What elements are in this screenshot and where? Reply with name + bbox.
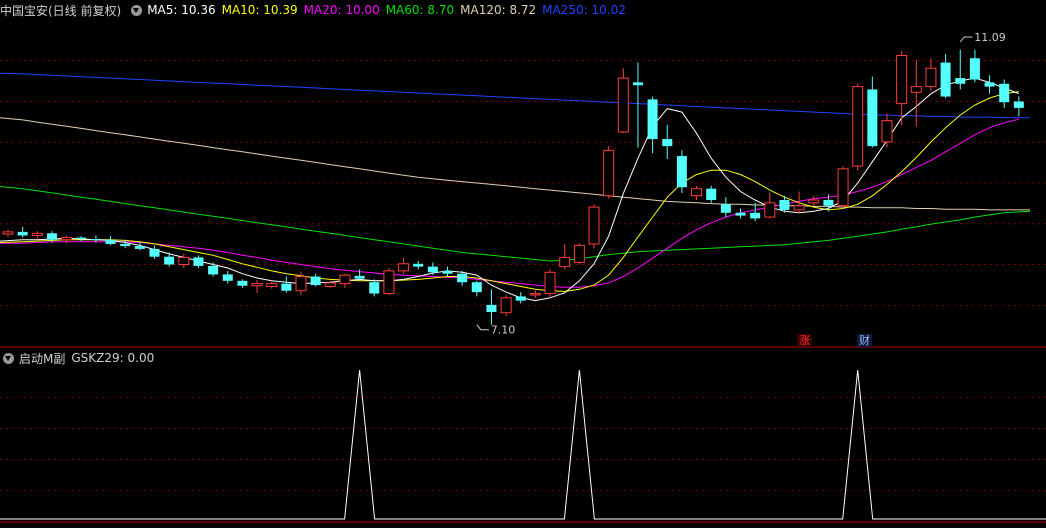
candle-body: [969, 58, 980, 80]
candle-body: [369, 282, 380, 294]
candle-body: [486, 304, 497, 312]
candle-body: [120, 243, 131, 247]
candle-body: [632, 82, 643, 86]
candle-body: [354, 275, 365, 279]
candle-body: [90, 238, 101, 240]
candle-body: [720, 204, 731, 213]
candle-body: [31, 232, 43, 236]
candle-body: [105, 239, 116, 244]
candle-body: [662, 139, 673, 147]
candle-body: [398, 263, 410, 272]
indicator-title: 启动M副: [19, 351, 66, 366]
sub-chart-grid: [0, 396, 1046, 523]
legend-ma120: MA120: 8.72: [460, 3, 537, 17]
candle-body: [837, 168, 849, 207]
candle-body: [940, 62, 951, 97]
candle-body: [808, 199, 820, 204]
candle-body: [750, 212, 761, 219]
candle-body: [413, 263, 424, 267]
candle-body: [603, 149, 615, 197]
candle-body: [896, 54, 908, 105]
legend-ma60: MA60: 8.70: [385, 3, 455, 17]
candle-body: [955, 78, 966, 84]
candle-body: [617, 77, 629, 133]
candle-body: [647, 99, 658, 140]
annotation-pointer: [959, 36, 973, 43]
legend-ma250: MA250: 10.02: [542, 3, 626, 17]
candle-body: [339, 274, 351, 285]
candle-body: [208, 265, 219, 275]
sub-dropdown-icon[interactable]: [3, 352, 14, 364]
candle-body: [76, 237, 87, 239]
candle-body: [999, 83, 1010, 103]
candle-body: [237, 280, 248, 286]
indicator-value: GSKZ29: 0.00: [71, 351, 155, 365]
candle-body: [310, 276, 321, 286]
sub-header: 启动M副 GSKZ29: 0.00: [0, 349, 160, 367]
candle-body: [17, 231, 28, 236]
candle-body: [383, 270, 395, 295]
chart-canvas: 11.09 7.10: [0, 31, 1046, 523]
candle-body: [910, 86, 922, 93]
candle-body: [222, 274, 233, 281]
candle-body: [324, 282, 336, 287]
high-price-label: 11.09: [974, 31, 1006, 44]
candle-body: [544, 271, 556, 295]
legend-ma10: MA10: 10.39: [221, 3, 298, 17]
candle-body: [764, 202, 776, 218]
low-price-label: 7.10: [491, 324, 516, 337]
zhang-tag[interactable]: 涨: [797, 334, 812, 347]
indicator-line: [0, 369, 1046, 520]
candle-body: [471, 282, 482, 293]
stock-title: 中国宝安(日线 前复权): [0, 3, 122, 18]
candle-body: [515, 296, 526, 301]
candle-body: [529, 293, 541, 296]
cai-tag[interactable]: 财: [857, 334, 872, 347]
candle-body: [691, 188, 703, 197]
candle-body: [134, 246, 145, 249]
candle-body: [706, 188, 717, 201]
ma20-line: [0, 118, 1020, 288]
candle-body: [46, 233, 57, 240]
candle-body: [149, 248, 160, 257]
candle-body: [427, 266, 438, 273]
candle-body: [588, 206, 600, 245]
candle-body: [442, 270, 453, 274]
candle-body: [457, 273, 468, 283]
main-header: 中国宝安(日线 前复权) MA5: 10.36 MA10: 10.39 MA20…: [0, 1, 632, 19]
candle-body: [573, 244, 585, 263]
candle-body: [793, 205, 805, 211]
candle-body: [852, 86, 864, 167]
ma10-line: [0, 91, 1019, 292]
candle-body: [735, 212, 746, 216]
candle-body: [867, 89, 878, 147]
candlesticks: [2, 49, 1024, 325]
candle-body: [2, 231, 14, 235]
annotation-pointer: [476, 324, 489, 331]
legend-ma20: MA20: 10.00: [303, 3, 380, 17]
candle-body: [281, 283, 292, 291]
gskz29-line: [0, 369, 1046, 520]
candle-body: [984, 82, 995, 87]
legend-ma5: MA5: 10.36: [147, 3, 216, 17]
candle-body: [178, 256, 190, 266]
dropdown-icon[interactable]: [131, 4, 143, 16]
candle-body: [925, 67, 937, 88]
candle-body: [295, 276, 307, 292]
candle-body: [1013, 101, 1024, 108]
candle-body: [823, 200, 834, 206]
candle-body: [779, 200, 790, 210]
candle-body: [61, 237, 73, 241]
candle-body: [251, 283, 263, 287]
candle-body: [676, 156, 687, 188]
candle-body: [266, 283, 278, 287]
candle-body: [559, 256, 571, 268]
candle-body: [881, 120, 893, 143]
candle-body: [193, 257, 204, 266]
candle-body: [500, 297, 512, 314]
candle-body: [164, 256, 175, 265]
